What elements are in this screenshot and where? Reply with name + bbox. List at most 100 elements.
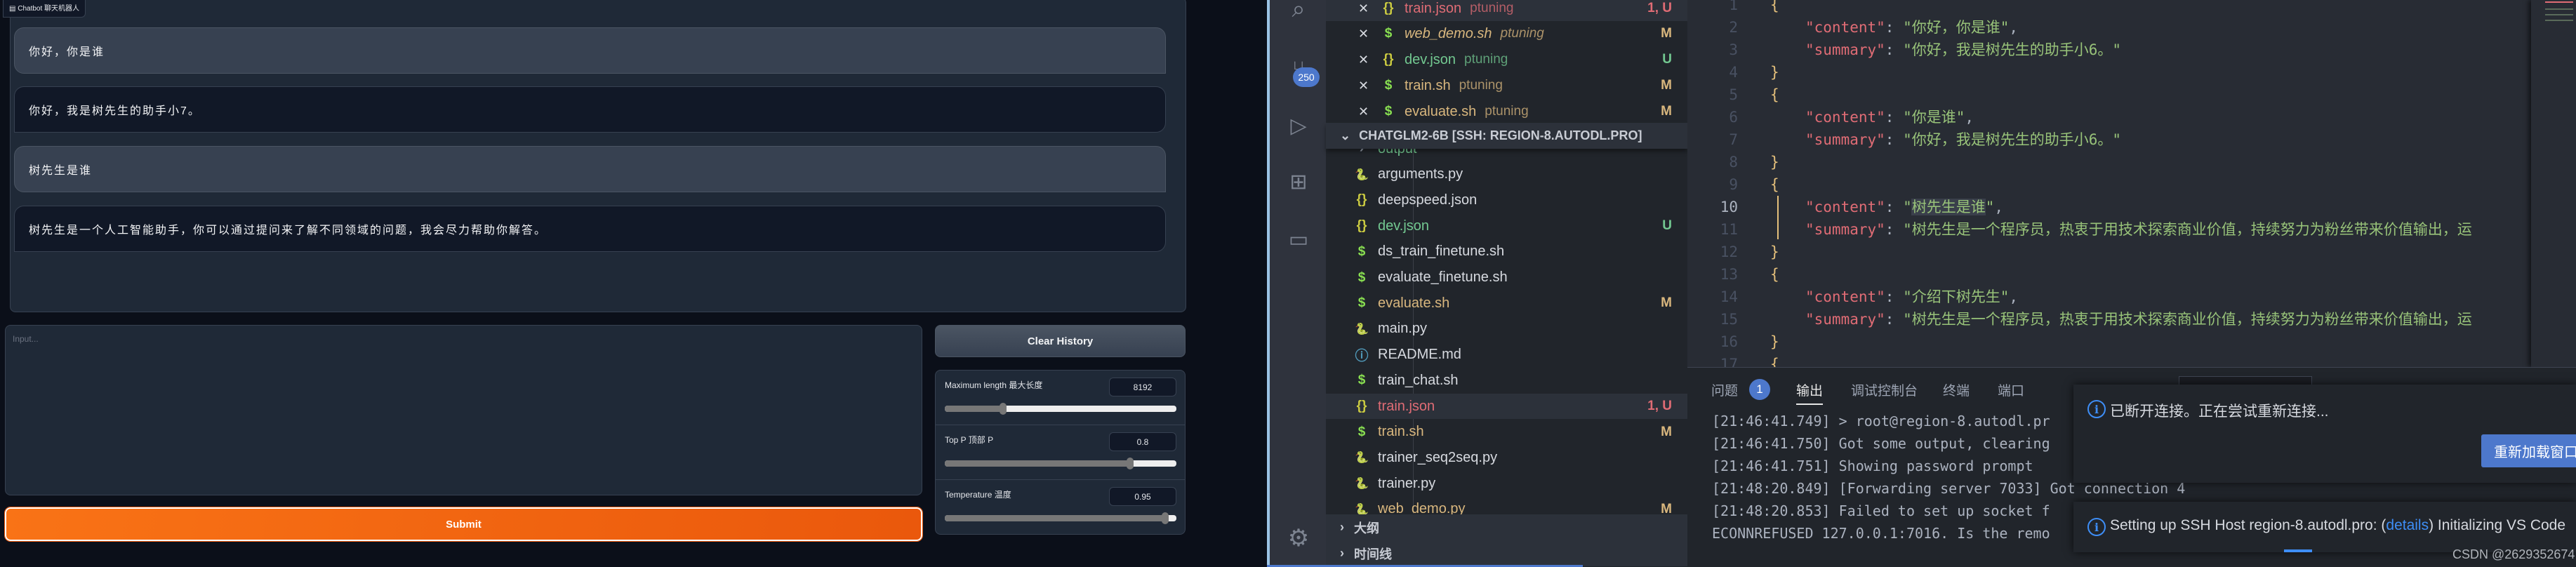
close-icon[interactable]: ✕ bbox=[1358, 79, 1378, 93]
code-line[interactable]: "content": "树先生是谁", bbox=[1805, 196, 2003, 218]
json-string: "你好，你是谁" bbox=[1903, 19, 2010, 36]
gear-icon[interactable]: ⚙ bbox=[1284, 523, 1313, 553]
code-line[interactable]: } bbox=[1770, 151, 1779, 173]
file-name: arguments.py bbox=[1378, 166, 1463, 182]
file-item[interactable]: $ evaluate.sh M bbox=[1326, 291, 1687, 316]
run-debug-icon[interactable]: ▷ bbox=[1284, 111, 1313, 140]
extensions-icon[interactable]: ⊞ bbox=[1284, 167, 1313, 196]
open-editor-item[interactable]: ✕ {} train.json ptuning 1, U bbox=[1326, 0, 1687, 21]
file-item[interactable]: {} deepspeed.json bbox=[1326, 187, 1687, 213]
chat-input[interactable] bbox=[5, 325, 922, 495]
code-line[interactable]: "summary": "你好，我是树先生的助手小6。" bbox=[1805, 128, 2121, 151]
file-item[interactable]: {} dev.json U bbox=[1326, 213, 1687, 239]
shell-icon: $ bbox=[1384, 26, 1393, 41]
line-number: 4 bbox=[1729, 64, 1738, 81]
slider-value-input[interactable]: 0.8 bbox=[1109, 432, 1176, 451]
json-string: "你好，我是树先生的助手小6。" bbox=[1903, 41, 2122, 58]
slider-label: Top P 顶部 P bbox=[945, 435, 994, 445]
minimap[interactable] bbox=[2531, 0, 2576, 367]
slider-value-input[interactable]: 0.95 bbox=[1109, 487, 1176, 506]
file-item[interactable]: $ train.sh M bbox=[1326, 420, 1687, 445]
setup-text: ) Initializing VS Code bbox=[2429, 517, 2566, 533]
open-editor-item[interactable]: ✕ $ web_demo.sh ptuning M bbox=[1326, 21, 1687, 46]
remote-explorer-icon[interactable]: ▭ bbox=[1284, 225, 1313, 254]
file-item[interactable]: 🐍 trainer_seq2seq.py bbox=[1326, 445, 1687, 470]
code-line[interactable]: { bbox=[1770, 173, 1779, 196]
brace: { bbox=[1770, 0, 1779, 13]
panel-tab[interactable]: 端口 bbox=[1998, 380, 2024, 399]
file-item[interactable]: 🐍 main.py bbox=[1326, 316, 1687, 342]
file-item[interactable]: $ evaluate_finetune.sh bbox=[1326, 265, 1687, 291]
bracket-guide bbox=[1777, 196, 1779, 239]
shell-icon: $ bbox=[1357, 269, 1366, 285]
code-line[interactable]: "summary": "树先生是一个程序员，热衷于用技术探索商业价值，持续努力为… bbox=[1805, 218, 2472, 241]
slider-track[interactable] bbox=[945, 458, 1176, 469]
panel-tab[interactable]: 问题 bbox=[1711, 380, 1738, 399]
file-name: train.json bbox=[1378, 398, 1435, 414]
slider-track[interactable] bbox=[945, 403, 1176, 415]
code-line[interactable]: "content": "你是谁", bbox=[1805, 106, 1974, 128]
source-control-badge: 250 bbox=[1293, 67, 1320, 87]
close-icon[interactable]: ✕ bbox=[1358, 1, 1378, 16]
line-number: 6 bbox=[1729, 109, 1738, 126]
code-editor[interactable]: 1 {2 "content": "你好，你是谁", 3 "summary": "你好，我… bbox=[1687, 0, 2531, 367]
json-string: "树先生是一个程序员，热衷于用技术探索商业价值，持续努力为粉丝带来价值输出，运 bbox=[1903, 221, 2472, 238]
file-name: trainer.py bbox=[1378, 475, 1436, 491]
line-number: 12 bbox=[1720, 244, 1738, 260]
code-line[interactable]: "summary": "你好，我是树先生的助手小6。" bbox=[1805, 39, 2121, 61]
file-item[interactable]: $ ds_train_finetune.sh bbox=[1326, 239, 1687, 265]
code-line[interactable]: { bbox=[1770, 84, 1779, 106]
code-line[interactable]: } bbox=[1770, 241, 1779, 263]
code-line[interactable]: "summary": "树先生是一个程序员，热衷于用技术探索商业价值，持续努力为… bbox=[1805, 308, 2472, 331]
json-key: "summary" bbox=[1805, 221, 1885, 238]
line-number: 17 bbox=[1720, 356, 1738, 367]
file-item[interactable]: 🐍 trainer.py bbox=[1326, 471, 1687, 496]
code-line[interactable]: "content": "介绍下树先生", bbox=[1805, 286, 2018, 308]
code-line[interactable]: { bbox=[1770, 0, 1779, 16]
open-editor-item[interactable]: ✕ {} dev.json ptuning U bbox=[1326, 47, 1687, 72]
slider-thumb[interactable] bbox=[999, 403, 1007, 415]
slider-track[interactable] bbox=[945, 512, 1176, 524]
slider-value-input[interactable]: 8192 bbox=[1109, 378, 1176, 396]
json-icon: {} bbox=[1356, 218, 1367, 234]
reload-window-button[interactable]: 重新加载窗口 bbox=[2481, 434, 2576, 467]
panel-tab[interactable]: 终端 bbox=[1943, 380, 1970, 399]
notification-disconnected: i 已断开连接。正在尝试重新连接... 重新加载窗口 bbox=[2073, 385, 2576, 483]
file-item[interactable]: {} train.json 1, U bbox=[1326, 394, 1687, 419]
close-icon[interactable]: ✕ bbox=[1358, 27, 1378, 41]
watermark: CSDN @2629352674 bbox=[2452, 547, 2575, 561]
folder-name: ptuning bbox=[1470, 1, 1514, 15]
colon: : bbox=[1885, 288, 1904, 305]
file-item[interactable]: 🐍 arguments.py bbox=[1326, 162, 1687, 187]
submit-button[interactable]: Submit bbox=[4, 507, 923, 542]
chatbot-label-text: Chatbot 聊天机器人 bbox=[18, 5, 80, 13]
code-line[interactable]: { bbox=[1770, 263, 1779, 286]
slider-thumb[interactable] bbox=[1127, 458, 1134, 469]
slider-thumb[interactable] bbox=[1161, 512, 1169, 524]
clear-history-button[interactable]: Clear History bbox=[935, 325, 1186, 357]
line-number: 3 bbox=[1729, 41, 1738, 58]
section-timeline-label: 时间线 bbox=[1354, 547, 1392, 561]
section-timeline[interactable]: › 时间线 bbox=[1326, 540, 1687, 566]
search-icon[interactable]: ⌕ bbox=[1284, 0, 1313, 24]
brace: { bbox=[1770, 266, 1779, 283]
close-icon[interactable]: ✕ bbox=[1358, 53, 1378, 67]
json-key: "content" bbox=[1805, 109, 1885, 126]
panel-tab[interactable]: 调试控制台 bbox=[1851, 380, 1918, 399]
open-editor-item[interactable]: ✕ $ evaluate.sh ptuning M bbox=[1326, 99, 1687, 124]
section-outline[interactable]: › 大纲 bbox=[1326, 514, 1687, 540]
file-item[interactable]: $ train_chat.sh bbox=[1326, 368, 1687, 393]
line-number: 11 bbox=[1720, 221, 1738, 238]
open-editor-item[interactable]: ✕ $ train.sh ptuning M bbox=[1326, 73, 1687, 98]
shell-icon: $ bbox=[1357, 373, 1366, 388]
code-line[interactable]: } bbox=[1770, 331, 1779, 353]
code-line[interactable]: } bbox=[1770, 61, 1779, 84]
details-link[interactable]: details bbox=[2386, 517, 2429, 533]
brace: } bbox=[1770, 333, 1779, 350]
panel-tab[interactable]: 输出 bbox=[1796, 380, 1824, 405]
code-line[interactable]: "content": "你好，你是谁", bbox=[1805, 16, 2018, 39]
explorer-root-header[interactable]: ⌄ CHATGLM2-6B [SSH: REGION-8.AUTODL.PRO] bbox=[1326, 123, 1687, 149]
code-line[interactable]: { bbox=[1770, 353, 1779, 367]
file-item[interactable]: ⓘ README.md bbox=[1326, 342, 1687, 368]
close-icon[interactable]: ✕ bbox=[1358, 105, 1378, 119]
